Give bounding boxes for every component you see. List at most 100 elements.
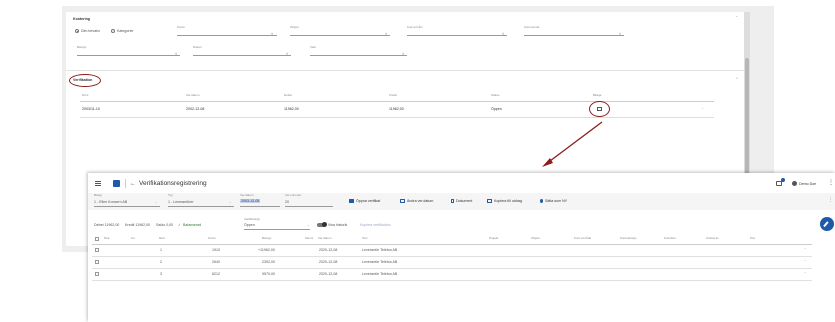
summary-kredit: Kredit 11962,00 (125, 223, 151, 227)
search-icon[interactable]: ⚲ (385, 32, 387, 37)
row-konto[interactable]: 1910 (212, 248, 220, 252)
row-konto[interactable]: 6212 (212, 272, 220, 276)
row-expand-icon[interactable]: ⌄ (804, 258, 807, 263)
set-new-button[interactable]: Sätta som NY (540, 199, 567, 203)
ver-underline (285, 206, 333, 207)
grid-header-kontoanalys: Kontoanalys (620, 236, 637, 240)
search-icon[interactable]: ⚲ (271, 32, 273, 37)
copy-button[interactable]: Kopiera till utdrag (487, 199, 522, 203)
company-underline (94, 206, 160, 207)
collapse-icon[interactable]: v (736, 76, 738, 81)
field-label-konto: Konto (177, 25, 185, 29)
col-header-debet: Debet (284, 93, 293, 97)
grid-header-moms: Moms (305, 236, 314, 240)
grid-header-andratav: Ändrat av (706, 236, 719, 240)
row-belopp[interactable]: 2392,00 (262, 260, 275, 264)
chevron-down-icon[interactable]: ⌄ (229, 200, 232, 205)
row-expand-icon[interactable]: ⌄ (804, 246, 807, 251)
radio-kategorier[interactable] (111, 29, 115, 33)
side-more-icon[interactable]: ⋮ (828, 198, 833, 203)
field-objekt[interactable] (290, 35, 390, 36)
search-icon[interactable]: ⚲ (402, 52, 404, 57)
row-rad: 1 (160, 248, 162, 252)
row-kredit: 11962,00 (389, 107, 404, 111)
calendar-icon (400, 199, 405, 203)
field-kommentar[interactable] (524, 35, 624, 36)
row-checkbox[interactable] (95, 272, 99, 276)
search-icon[interactable]: ⚲ (502, 32, 504, 37)
table-row[interactable] (92, 257, 812, 268)
annotation-arrow (542, 121, 603, 167)
grid-header-konto: Konto (208, 236, 216, 240)
row-text[interactable]: Leverantör Telefon AB (362, 260, 397, 264)
company-select[interactable]: 1 - Ellen Koncern AB (94, 200, 127, 204)
open-verification-button[interactable]: Öppna verifikat (349, 199, 380, 203)
company-label: Bolag (94, 193, 102, 197)
menu-icon-mid (95, 183, 101, 184)
row-date[interactable]: 2020-12-08 (319, 272, 337, 276)
copy-icon (487, 199, 492, 203)
grid-header-kuntomrade: Kunt.område (574, 236, 592, 240)
row-expand-icon[interactable]: ⌄ (804, 270, 807, 275)
col-header-bilaga: Bilaga (593, 93, 602, 97)
row-menu-icon[interactable]: › (702, 106, 703, 111)
grid-header-kvantitet: Kvantitet (664, 236, 676, 240)
row-belopp[interactable]: +11962,00 (258, 248, 275, 252)
grid-header-dok: Dok (104, 236, 110, 240)
status-select[interactable]: Öppen (244, 223, 255, 227)
annotation-circle (69, 74, 101, 87)
grid-header-projekt: Projekt (489, 236, 499, 240)
user-avatar-icon[interactable] (792, 181, 797, 186)
chevron-down-icon[interactable]: ⌄ (155, 200, 158, 205)
table-row[interactable] (92, 245, 812, 256)
row-checkbox[interactable] (95, 248, 99, 252)
grid-header-text: Text (362, 236, 368, 240)
row-date[interactable]: 2020-12-08 (319, 248, 337, 252)
ver-input[interactable]: 20 (285, 200, 289, 204)
app-logo-icon[interactable] (113, 180, 120, 187)
search-icon[interactable]: ⚲ (175, 52, 177, 57)
field-konto[interactable] (177, 35, 277, 36)
document-icon (451, 199, 454, 203)
row-nr[interactable]: 2003/11-10 (82, 107, 100, 111)
search-icon[interactable]: ⚲ (286, 52, 288, 57)
row-konto[interactable]: 2640 (212, 260, 220, 264)
col-header-date: Ver.datum (186, 93, 200, 97)
grid-header-pris: Pris (750, 236, 756, 240)
toggle-knob (322, 222, 327, 227)
field-belopp[interactable] (77, 55, 180, 56)
field-label-datum: Datum (193, 45, 202, 49)
radio-dim[interactable] (75, 29, 79, 33)
row-checkbox[interactable] (95, 260, 99, 264)
copy-verification-link[interactable]: Kopiera verifikation (360, 223, 391, 227)
table-row[interactable] (92, 269, 812, 280)
col-header-kredit: Kredit (389, 93, 397, 97)
chevron-down-icon[interactable]: ⌄ (307, 223, 310, 228)
collapse-icon[interactable]: ^ (736, 15, 737, 20)
select-all-checkbox[interactable] (95, 237, 99, 241)
status-underline (244, 229, 310, 230)
table-header-line (80, 101, 714, 102)
field-datum[interactable] (193, 55, 291, 56)
fab-edit-button[interactable] (820, 217, 834, 231)
ledger-select[interactable]: 1 - Leverantörer (168, 200, 194, 204)
document-button[interactable]: Dokument (451, 199, 472, 203)
history-toggle-label: Visa historik (328, 223, 348, 227)
more-icon[interactable]: ⋮ (828, 180, 834, 186)
user-name[interactable]: Demo Doe (799, 182, 816, 186)
search-icon[interactable]: ⚲ (619, 32, 621, 37)
radio-dim-label: Dim.bevakn (81, 29, 100, 33)
field-kod[interactable] (407, 35, 507, 36)
field-label-verk: Verk (310, 45, 317, 49)
divider (125, 179, 126, 188)
field-verk[interactable] (310, 55, 407, 56)
date-input[interactable]: 2003-12-05 (240, 199, 261, 203)
row-belopp[interactable]: 9570,00 (262, 272, 275, 276)
field-label-objekt: Objekt (290, 25, 299, 29)
change-date-button[interactable]: Ändra ver.datum (400, 199, 433, 203)
row-date[interactable]: 2020-12-08 (319, 260, 337, 264)
check-icon: ✓ (178, 223, 182, 227)
back-arrow-icon[interactable]: ← (130, 181, 136, 187)
row-text[interactable]: Leverantör Telefon AB (362, 272, 397, 276)
row-text[interactable]: Leverantör Telefon AB (362, 248, 397, 252)
